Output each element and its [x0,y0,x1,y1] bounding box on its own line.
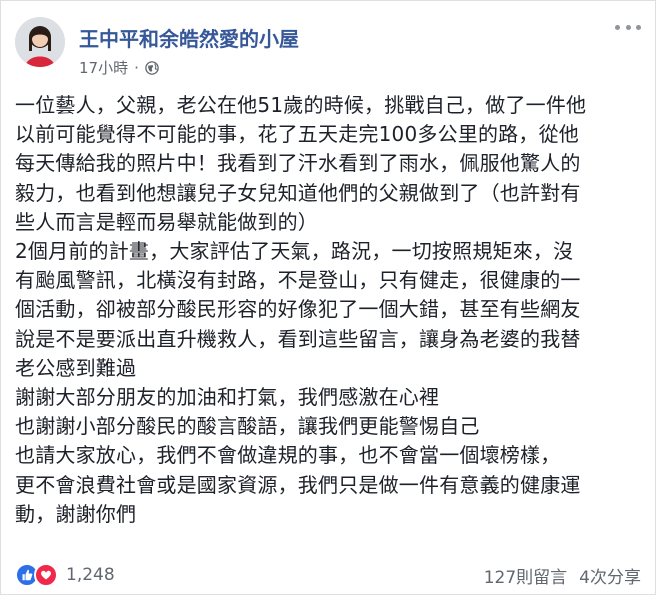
post-text-line: 每天傳給我的照片中！我看到了汗水看到了雨水，佩服他驚人的 [15,151,581,176]
author-name[interactable]: 王中平和余皓然愛的小屋 [79,23,299,52]
post-header: 王中平和余皓然愛的小屋 17小時 · [15,13,641,77]
post-meta: 17小時 · [79,57,159,78]
post-text-line: 動，謝謝你們 [15,501,137,526]
post-paragraph: 一位藝人，父親，老公在他51歲的時候，挑戰自己，做了一件他 以前可能覺得不可能的事… [15,91,647,237]
post-text-line: 也請大家放心，我們不會做違規的事，也不會當一個壞榜樣， [15,443,561,468]
facebook-post: 王中平和余皓然愛的小屋 17小時 · 一位藝人，父親，老公在他51歲的時候，挑戰… [0,0,656,595]
post-text-line: 些人而言是輕而易舉就能做到的） [15,209,318,234]
post-text-line: 說是不是要派出直升機救人，看到這些留言，讓身為老婆的我替 [15,326,581,351]
post-text-line: 2個月前的計畫，大家評估了天氣，路況，一切按照規矩來，沒 [15,239,574,264]
post-text-line: 老公感到難過 [15,355,137,380]
shares-count[interactable]: 4次分享 [579,563,641,588]
post-text-line: 個活動，卻被部分酸民形容的好像犯了一個大錯，甚至有些網友 [15,297,581,322]
reactions-summary[interactable]: 1,248 [15,563,115,587]
meta-separator: · [134,58,139,77]
post-text-line: 也謝謝小部分酸民的酸言酸語，讓我們更能警惕自己 [15,414,480,439]
post-body: 一位藝人，父親，老公在他51歲的時候，挑戰自己，做了一件他 以前可能覺得不可能的事… [15,91,647,529]
globe-icon [145,60,159,75]
avatar-image [15,17,65,67]
avatar[interactable] [15,17,65,67]
timestamp[interactable]: 17小時 [79,57,128,78]
post-text-line: 一位藝人，父親，老公在他51歲的時候，挑戰自己，做了一件他 [15,93,587,117]
post-paragraph: 謝謝大部分朋友的加油和打氣，我們感激在心裡 [15,383,647,412]
post-text-line: 有颱風警訊，北橫沒有封路，不是登山，只有健走，很健康的一 [15,268,581,293]
comments-count[interactable]: 127則留言 [484,563,567,588]
post-footer: 1,248 127則留言 4次分享 [15,561,641,589]
reaction-count: 1,248 [66,565,115,585]
love-icon [34,563,58,587]
post-paragraph: 也謝謝小部分酸民的酸言酸語，讓我們更能警惕自己 [15,412,647,441]
post-text-line: 以前可能覺得不可能的事，花了五天走完100多公里的路，從他 [15,122,579,147]
post-text-line: 更不會浪費社會或是國家資源，我們只是做一件有意義的健康運 [15,472,581,497]
post-text-line: 毅力，也看到他想讓兒子女兒知道他們的父親做到了（也許對有 [15,180,581,205]
more-options-icon[interactable] [615,17,641,37]
post-paragraph: 也請大家放心，我們不會做違規的事，也不會當一個壞榜樣， 更不會浪費社會或是國家資源… [15,441,647,529]
engagement-stats: 127則留言 4次分享 [484,563,641,588]
post-paragraph: 2個月前的計畫，大家評估了天氣，路況，一切按照規矩來，沒 有颱風警訊，北橫沒有封路… [15,237,647,383]
post-text-line: 謝謝大部分朋友的加油和打氣，我們感激在心裡 [15,385,440,410]
